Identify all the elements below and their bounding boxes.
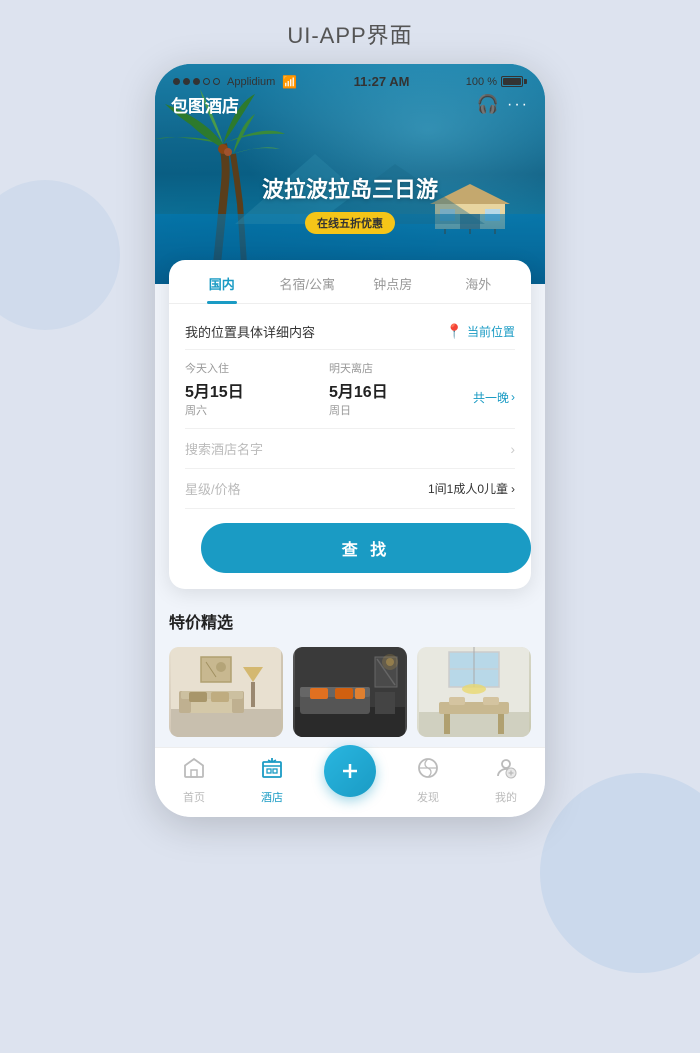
- hero-title: 波拉波拉岛三日游: [155, 172, 545, 204]
- status-right: 100 %: [466, 76, 527, 88]
- current-location-button[interactable]: 📍 当前位置: [446, 323, 515, 340]
- room-illustration-1: [169, 647, 283, 737]
- checkout-date: 5月16日: [329, 378, 473, 402]
- page-title: UI-APP界面: [0, 0, 700, 64]
- signal-dot-3: [193, 78, 200, 85]
- offer-image-3: [417, 647, 531, 737]
- nav-home-label: 首页: [183, 789, 205, 805]
- room-illustration-3: [417, 647, 531, 737]
- tab-homestay[interactable]: 名宿/公寓: [265, 260, 351, 303]
- phone-frame: 包图酒店 🎧 ··· Applidium 📶 11:27 AM 100 %: [155, 64, 545, 817]
- special-offers-section: 特价精选: [155, 589, 545, 747]
- nav-profile-label: 我的: [495, 789, 517, 805]
- hero-content: 波拉波拉岛三日游 在线五折优惠: [155, 172, 545, 234]
- nights-label: 共一晚: [473, 389, 509, 406]
- room-illustration-2: [293, 647, 407, 737]
- hotel-name-input[interactable]: 搜索酒店名字: [185, 439, 263, 458]
- location-row[interactable]: 我的位置具体详细内容 📍 当前位置: [185, 314, 515, 350]
- location-input[interactable]: 我的位置具体详细内容: [185, 322, 315, 341]
- battery-percent: 100 %: [466, 76, 497, 88]
- signal-dot-2: [183, 78, 190, 85]
- header-right: 🎧 ···: [477, 94, 529, 115]
- nav-hotel[interactable]: 酒店: [233, 756, 311, 805]
- status-left: Applidium 📶: [173, 75, 297, 89]
- arrow-right-icon: ›: [510, 441, 515, 457]
- offer-image-1: [169, 647, 283, 737]
- pin-icon: 📍: [446, 323, 463, 340]
- hotel-icon: [260, 756, 284, 786]
- checkout-block[interactable]: 明天离店 5月16日 周日: [329, 360, 473, 418]
- discover-icon: [416, 756, 440, 786]
- offer-image-2: [293, 647, 407, 737]
- battery-icon: [501, 76, 527, 87]
- offer-card-3[interactable]: [417, 647, 531, 737]
- filter-arrow-icon: ›: [511, 482, 515, 496]
- checkout-label: 明天离店: [329, 360, 473, 376]
- hero-badge: 在线五折优惠: [305, 212, 395, 234]
- home-icon: [182, 756, 206, 786]
- tab-domestic[interactable]: 国内: [179, 260, 265, 303]
- checkin-date: 5月15日: [185, 378, 329, 402]
- wifi-icon: 📶: [282, 75, 297, 89]
- filter-row[interactable]: 星级/价格 1间1成人0儿童 ›: [185, 469, 515, 509]
- nav-profile[interactable]: 我的: [467, 756, 545, 805]
- hotel-name-row[interactable]: 搜索酒店名字 ›: [185, 429, 515, 469]
- signal-dot-4: [203, 78, 210, 85]
- filter-label: 星级/价格: [185, 479, 241, 498]
- nav-home[interactable]: 首页: [155, 756, 233, 805]
- plus-button[interactable]: [324, 745, 376, 797]
- current-location-label: 当前位置: [467, 323, 515, 340]
- tab-overseas[interactable]: 海外: [436, 260, 522, 303]
- search-card: 国内 名宿/公寓 钟点房 海外 我的位置具体详细内容 📍 当前位置: [169, 260, 531, 589]
- checkout-day: 周日: [329, 402, 473, 418]
- app-logo: 包图酒店: [171, 92, 239, 117]
- profile-icon: [494, 756, 518, 786]
- signal-dot-5: [213, 78, 220, 85]
- filter-value-text: 1间1成人0儿童: [428, 480, 508, 497]
- more-icon[interactable]: ···: [507, 96, 529, 114]
- bottom-nav: 首页 酒店: [155, 747, 545, 817]
- status-time: 11:27 AM: [354, 74, 410, 89]
- nav-plus[interactable]: [311, 765, 389, 797]
- search-button[interactable]: 查 找: [201, 523, 531, 573]
- checkin-day: 周六: [185, 402, 329, 418]
- search-form: 我的位置具体详细内容 📍 当前位置 今天入住 5月15日 周六 明天离店 5月1…: [169, 304, 531, 573]
- nights-info: 共一晚 ›: [473, 360, 515, 418]
- hero-banner: 包图酒店 🎧 ··· Applidium 📶 11:27 AM 100 %: [155, 64, 545, 284]
- app-header: 包图酒店 🎧 ···: [155, 92, 545, 117]
- nav-discover[interactable]: 发现: [389, 756, 467, 805]
- section-title: 特价精选: [169, 609, 531, 633]
- date-row[interactable]: 今天入住 5月15日 周六 明天离店 5月16日 周日 共一晚 ›: [185, 350, 515, 429]
- checkin-label: 今天入住: [185, 360, 329, 376]
- signal-dot-1: [173, 78, 180, 85]
- checkin-block[interactable]: 今天入住 5月15日 周六: [185, 360, 329, 418]
- offer-card-1[interactable]: [169, 647, 283, 737]
- carrier-label: Applidium: [227, 76, 275, 88]
- filter-value[interactable]: 1间1成人0儿童 ›: [428, 480, 515, 497]
- nights-arrow: ›: [511, 390, 515, 404]
- status-bar: Applidium 📶 11:27 AM 100 %: [155, 64, 545, 93]
- offers-grid: [169, 647, 531, 737]
- category-tabs: 国内 名宿/公寓 钟点房 海外: [169, 260, 531, 304]
- nav-hotel-label: 酒店: [261, 789, 283, 805]
- offer-card-2[interactable]: [293, 647, 407, 737]
- nav-discover-label: 发现: [417, 789, 439, 805]
- tab-hourly[interactable]: 钟点房: [350, 260, 436, 303]
- headphone-icon[interactable]: 🎧: [477, 94, 499, 115]
